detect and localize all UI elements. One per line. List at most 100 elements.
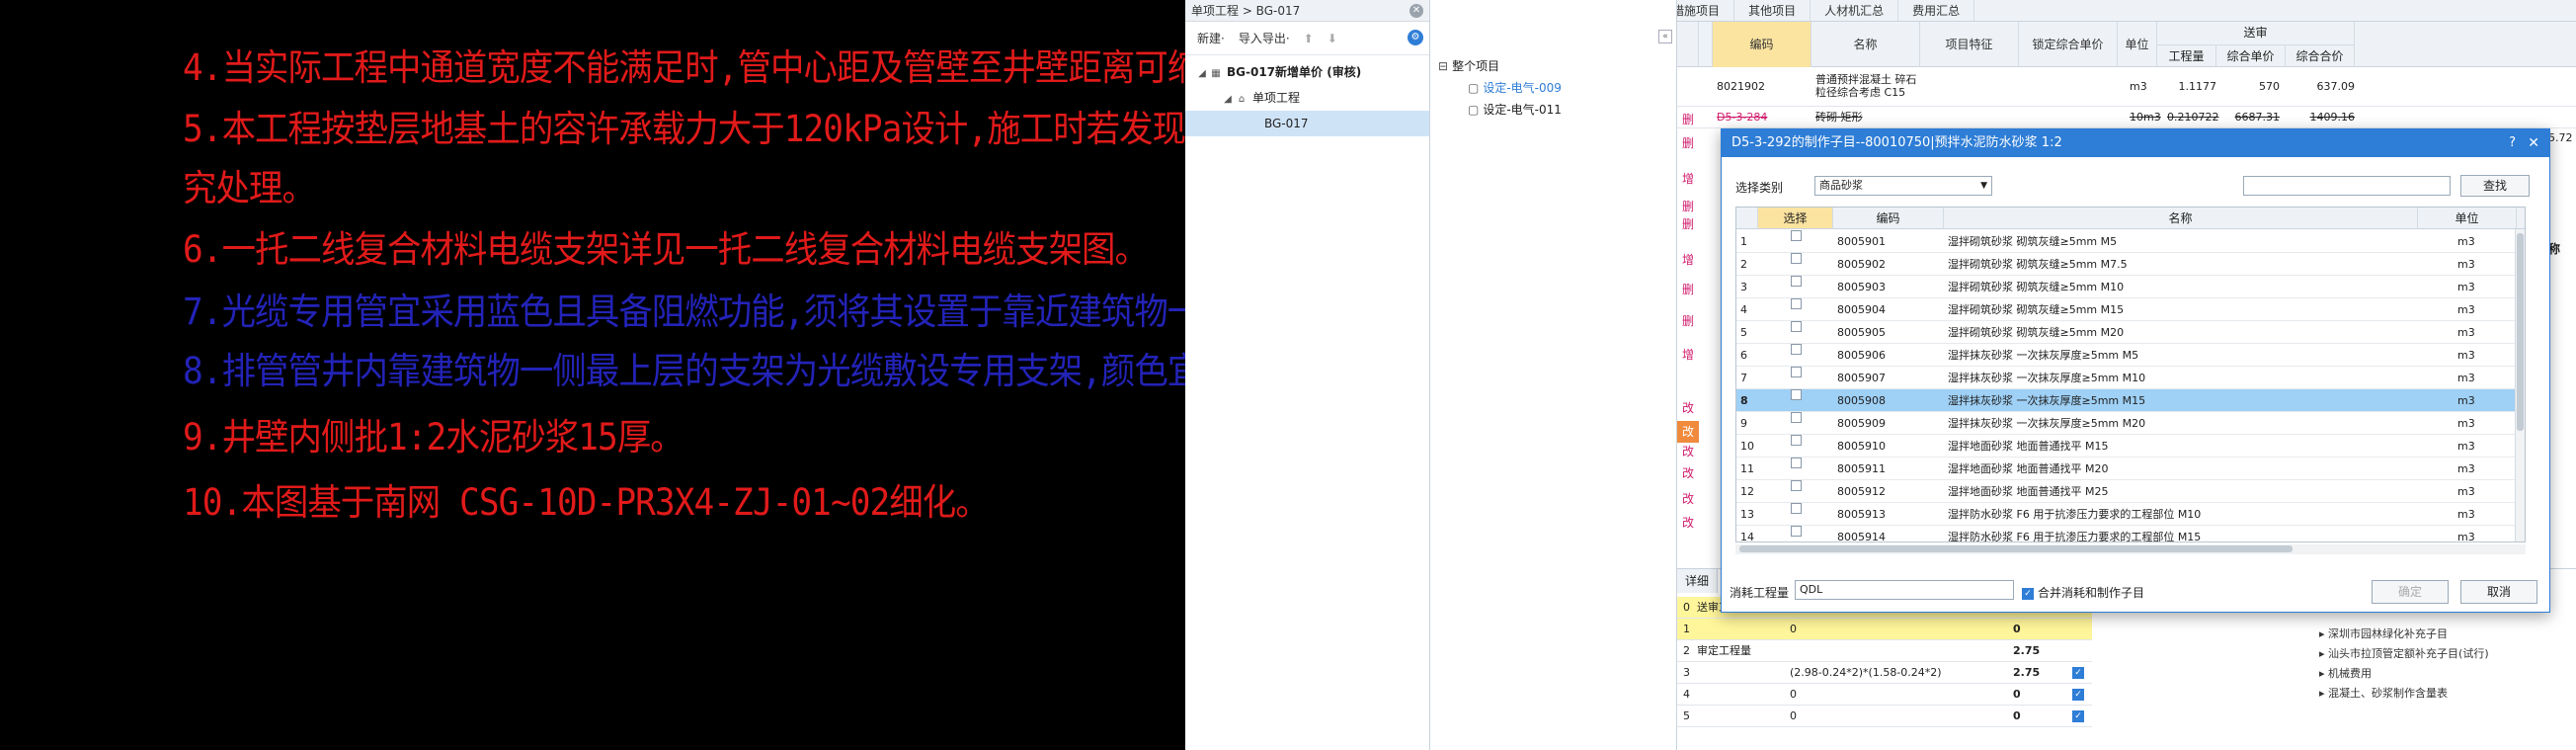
row-checkbox[interactable]	[1791, 276, 1802, 287]
col-feature[interactable]: 项目特征	[1920, 22, 2019, 67]
vertical-scrollbar[interactable]	[2515, 229, 2525, 542]
table-row[interactable]: 11 8005911 湿拌地面砂浆 地面普通找平 M20 m3	[1736, 458, 2525, 480]
cad-text-line: 究处理。	[183, 167, 316, 209]
detail-row[interactable]: 3 (2.98-0.24*2)*(1.58-0.24*2) 2.75 ✓	[1677, 662, 2092, 684]
table-row[interactable]: 10 8005910 湿拌地面砂浆 地面普通找平 M15 m3	[1736, 435, 2525, 458]
collapse-icon[interactable]: «	[1658, 30, 1672, 43]
tree-node[interactable]: BG-017	[1185, 111, 1429, 136]
division-node[interactable]: ▢ 设定-电气-011	[1430, 99, 1677, 121]
cancel-button[interactable]: 取消	[2460, 580, 2537, 604]
row-checkbox[interactable]	[1791, 230, 1802, 241]
row-checkbox[interactable]	[1791, 298, 1802, 309]
ok-button[interactable]: 确定	[2372, 580, 2449, 604]
close-icon[interactable]: ✕	[2528, 129, 2539, 157]
detail-tab[interactable]: 详细	[1677, 569, 1719, 593]
settings-icon[interactable]: ⚙	[1408, 30, 1423, 45]
table-row[interactable]: 9 8005909 湿拌抹灰砂浆 一次抹灰厚度≥5mm M20 m3	[1736, 412, 2525, 435]
table-row[interactable]: 8 8005908 湿拌抹灰砂浆 一次抹灰厚度≥5mm M15 m3	[1736, 389, 2525, 412]
row-value: 0	[2013, 688, 2021, 701]
quota-library-item[interactable]: ▸ 机械费用	[2319, 664, 2489, 684]
row-checkbox[interactable]	[1791, 321, 1802, 332]
col-uprice[interactable]: 综合单价	[2216, 44, 2286, 67]
col-name[interactable]: 名称	[1944, 208, 2418, 229]
row-checkbox[interactable]	[1791, 253, 1802, 264]
close-icon[interactable]: ✕	[1409, 4, 1423, 18]
col-code[interactable]: 编码	[1713, 22, 1811, 67]
search-input[interactable]	[2243, 176, 2451, 196]
row-name: 湿拌抹灰砂浆 一次抹灰厚度≥5mm M20	[1948, 417, 2146, 430]
table-row[interactable]: 8021902 普通预拌混凝土 碎石粒径综合考虑 C15 m3 1.1177 570 63…	[1677, 67, 2576, 107]
row-code: 8005908	[1837, 394, 1886, 407]
row-checkbox[interactable]	[1791, 503, 1802, 514]
help-icon[interactable]: ?	[2509, 129, 2516, 157]
checkbox-icon[interactable]: ✓	[2072, 667, 2084, 679]
row-checkbox[interactable]	[1791, 526, 1802, 537]
tree-node-label: BG-017新增单价 (审核)	[1227, 65, 1362, 79]
merge-checkbox[interactable]: ✓ 合并消耗和制作子目	[2022, 584, 2144, 601]
new-button[interactable]: 新建·	[1197, 30, 1225, 46]
tab-6[interactable]: 费用汇总	[1898, 0, 1975, 21]
detail-row[interactable]: 1 0 0	[1677, 619, 2092, 640]
tree-node[interactable]: ◢ ⌂ 单项工程	[1185, 85, 1429, 111]
row-checkbox[interactable]	[1791, 458, 1802, 468]
checkbox-icon[interactable]: ✓	[2072, 710, 2084, 722]
col-select[interactable]: 选择	[1758, 208, 1833, 229]
qty-input[interactable]: QDL	[1795, 580, 2014, 600]
row-value: 2.75	[2013, 666, 2041, 679]
table-row[interactable]: 7 8005907 湿拌抹灰砂浆 一次抹灰厚度≥5mm M10 m3	[1736, 367, 2525, 389]
col-code[interactable]: 编码	[1833, 208, 1944, 229]
col-uprice[interactable]	[2517, 208, 2525, 229]
row-unit: m3	[2457, 372, 2475, 384]
import-export-button[interactable]: 导入导出·	[1239, 30, 1290, 46]
horizontal-scrollbar[interactable]	[1735, 544, 2526, 554]
row-checkbox[interactable]	[1791, 412, 1802, 423]
col-unit[interactable]: 单位	[2418, 208, 2517, 229]
table-row[interactable]: 12 8005912 湿拌地面砂浆 地面普通找平 M25 m3	[1736, 480, 2525, 503]
division-node[interactable]: ⊟ 整个项目	[1430, 55, 1677, 77]
col-total[interactable]: 综合合价	[2286, 44, 2355, 67]
table-row[interactable]: 1 8005901 湿拌砌筑砂浆 砌筑灰缝≥5mm M5 m3	[1736, 230, 2525, 253]
table-row[interactable]: D5-3-284 砖砌·矩形 10m3 0.210722 6687.31 1409.16	[1677, 107, 2576, 128]
table-row[interactable]: 3 8005903 湿拌砌筑砂浆 砌筑灰缝≥5mm M10 m3	[1736, 276, 2525, 298]
document-icon: ▢	[1468, 103, 1480, 117]
arrow-down-icon[interactable]: ⬇	[1328, 32, 1337, 45]
row-index: 0	[1683, 601, 1690, 614]
quota-library-item[interactable]: ▸ 深圳市园林绿化补充子目	[2319, 625, 2489, 644]
search-button[interactable]: 查找	[2460, 175, 2530, 197]
row-number: 1	[1740, 235, 1747, 248]
table-row[interactable]: 14 8005914 湿拌防水砂浆 F6 用于抗渗压力要求的工程部位 M15 m3	[1736, 526, 2525, 542]
detail-row[interactable]: 4 0 0 ✓	[1677, 684, 2092, 706]
row-checkbox[interactable]	[1791, 344, 1802, 355]
detail-row[interactable]: 5 0 0 ✓	[1677, 706, 2092, 727]
row-checkbox[interactable]	[1791, 435, 1802, 446]
col-qty[interactable]: 工程量	[2157, 44, 2216, 67]
table-row[interactable]: 6 8005906 湿拌抹灰砂浆 一次抹灰厚度≥5mm M5 m3	[1736, 344, 2525, 367]
col-locked[interactable]: 锁定综合单价	[2019, 22, 2118, 67]
row-unit: m3	[2457, 349, 2475, 362]
row-value: 0	[2013, 623, 2021, 635]
table-row[interactable]: 4 8005904 湿拌砌筑砂浆 砌筑灰缝≥5mm M15 m3	[1736, 298, 2525, 321]
change-mark: 改	[1681, 445, 1694, 458]
col-name[interactable]: 名称	[1811, 22, 1920, 67]
checkbox-icon[interactable]: ✓	[2072, 689, 2084, 701]
arrow-up-icon[interactable]: ⬆	[1304, 32, 1314, 45]
quota-library-item[interactable]: ▸ 混凝土、砂浆制作含量表	[2319, 684, 2489, 704]
change-mark: 删	[1681, 113, 1694, 126]
row-checkbox[interactable]	[1791, 367, 1802, 377]
col-unit[interactable]: 单位	[2118, 22, 2157, 67]
division-node[interactable]: ▢ 设定-电气-009	[1430, 77, 1677, 99]
quota-library-item[interactable]: ▸ 汕头市拉顶管定额补充子目(试行)	[2319, 644, 2489, 664]
row-checkbox[interactable]	[1791, 480, 1802, 491]
row-checkbox[interactable]	[1791, 389, 1802, 400]
table-row[interactable]: 2 8005902 湿拌砌筑砂浆 砌筑灰缝≥5mm M7.5 m3	[1736, 253, 2525, 276]
tab-5[interactable]: 人材机汇总	[1811, 0, 1899, 21]
table-row[interactable]: 13 8005913 湿拌防水砂浆 F6 用于抗渗压力要求的工程部位 M10 m3	[1736, 503, 2525, 526]
tab-4[interactable]: 其他项目	[1734, 0, 1811, 21]
detail-row[interactable]: 2 审定工程量 2.75	[1677, 640, 2092, 662]
category-select[interactable]: 商品砂浆 ▼	[1814, 176, 1992, 196]
row-unit: m3	[2457, 417, 2475, 430]
row-code: 8005911	[1837, 462, 1886, 475]
change-mark: 增	[1681, 253, 1694, 267]
tree-node[interactable]: ◢ ▦ BG-017新增单价 (审核)	[1185, 59, 1429, 85]
table-row[interactable]: 5 8005905 湿拌砌筑砂浆 砌筑灰缝≥5mm M20 m3	[1736, 321, 2525, 344]
